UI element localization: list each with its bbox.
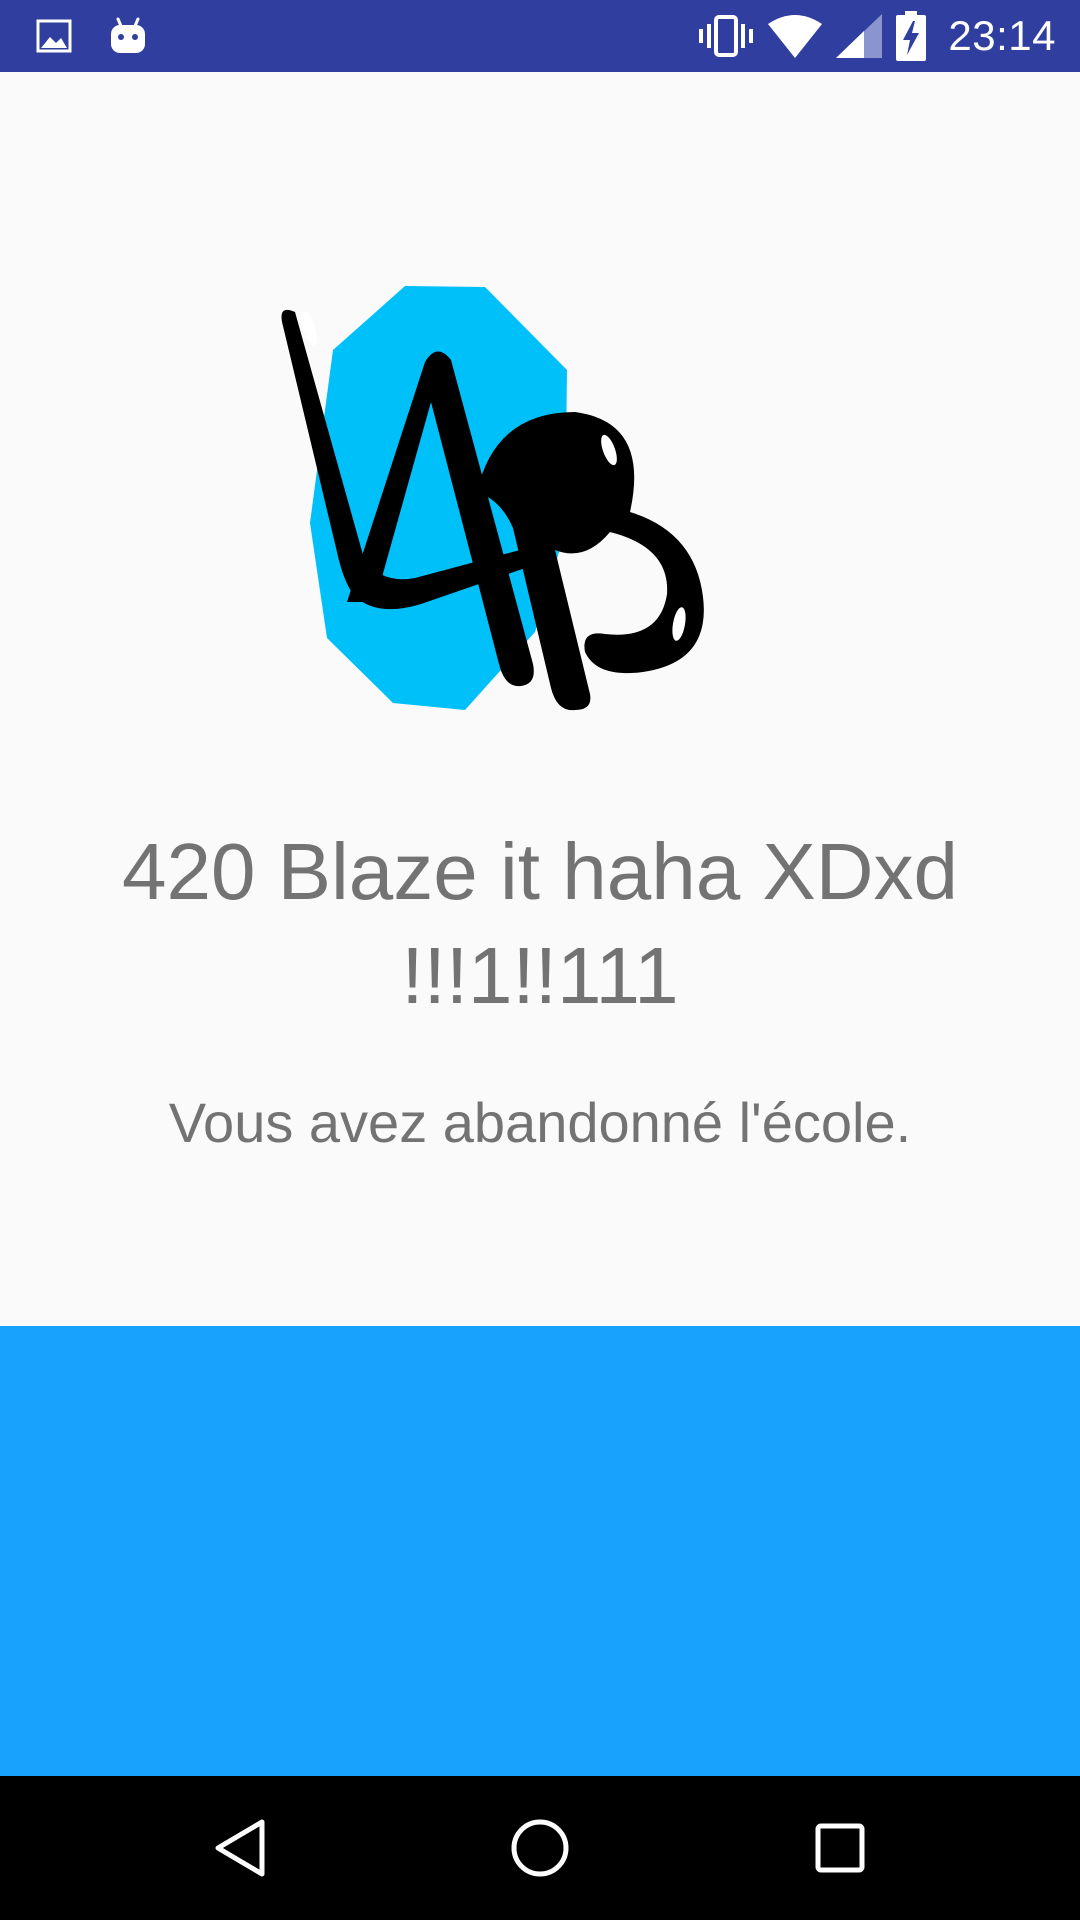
home-icon xyxy=(511,1819,569,1877)
recents-icon xyxy=(815,1823,865,1873)
recents-button[interactable] xyxy=(804,1812,876,1884)
lab-logo xyxy=(281,286,704,711)
main-content: 420 Blaze it haha XDxd !!!1!!111 Vous av… xyxy=(0,72,1080,1326)
system-icons: 23:14 xyxy=(698,0,1056,72)
back-icon xyxy=(215,1819,265,1877)
home-button[interactable] xyxy=(504,1812,576,1884)
vibrate-icon xyxy=(699,15,754,57)
battery-charging-icon xyxy=(896,11,927,61)
page-title: 420 Blaze it haha XDxd !!!1!!111 xyxy=(121,827,959,1020)
android-notification-icon xyxy=(111,17,145,53)
notification-icons xyxy=(36,0,148,72)
wifi-icon xyxy=(768,15,823,58)
back-button[interactable] xyxy=(204,1812,276,1884)
signal-icon xyxy=(836,14,883,58)
clock: 23:14 xyxy=(948,12,1056,59)
status-bar: 23:14 xyxy=(0,0,1080,72)
navigation-bar xyxy=(0,1776,1080,1920)
page-subtitle: Vous avez abandonné l'école. xyxy=(168,1091,912,1154)
image-notification-icon xyxy=(36,19,72,53)
blue-panel xyxy=(0,1326,1080,1776)
